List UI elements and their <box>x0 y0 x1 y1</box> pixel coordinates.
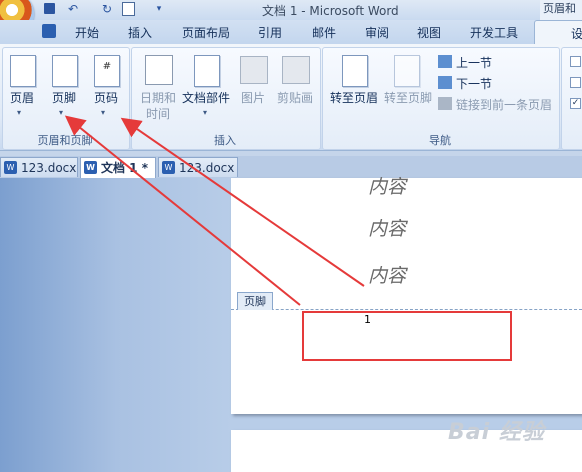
arrow-to-footer <box>64 115 301 306</box>
annotation-arrows <box>64 115 365 306</box>
